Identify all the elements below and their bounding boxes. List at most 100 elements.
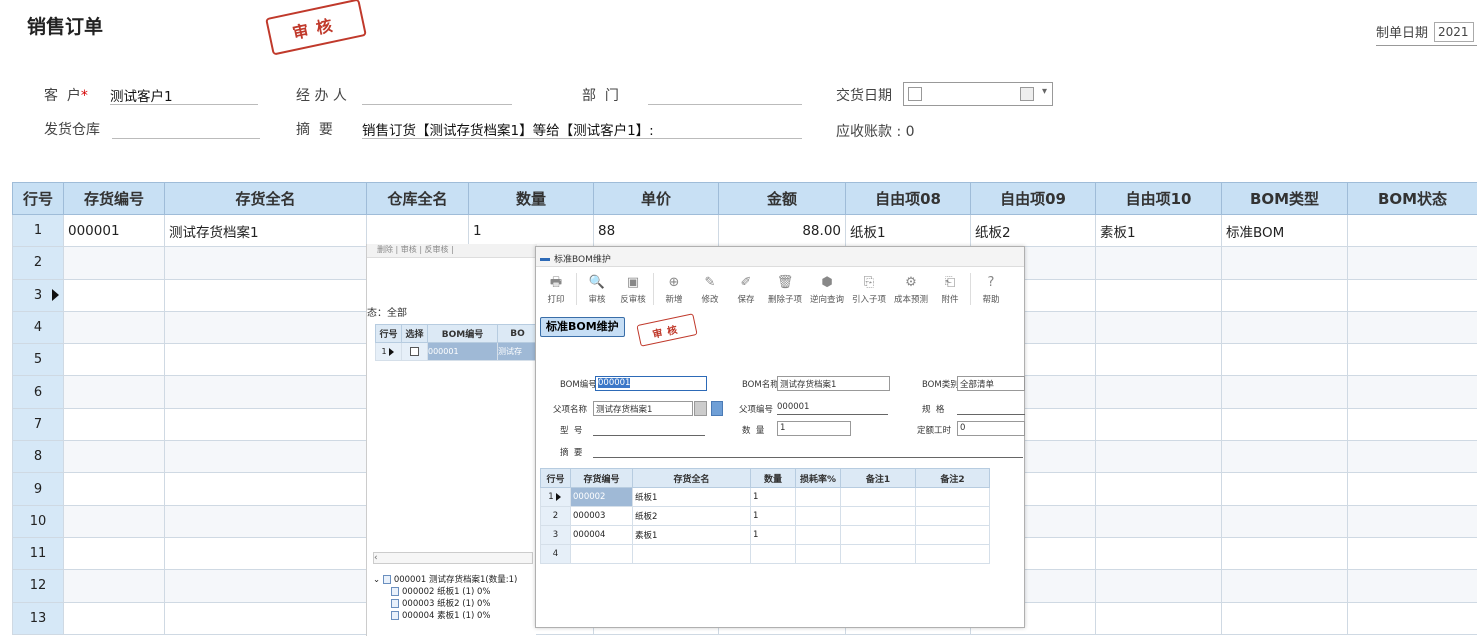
item-name-cell[interactable] <box>164 343 367 377</box>
customer-input[interactable]: 测试客户1 <box>110 85 258 105</box>
delivery-date-checkbox[interactable] <box>908 87 922 101</box>
note2-cell[interactable] <box>915 544 990 564</box>
component-name-cell[interactable]: 纸板2 <box>632 506 751 526</box>
toolbar-button-8[interactable]: ⎘ 引入子项 <box>848 273 890 305</box>
bom-name-cell[interactable]: 测试存 <box>497 342 538 361</box>
chevron-down-icon[interactable]: ▾ <box>1042 86 1047 97</box>
component-qty-cell[interactable] <box>750 544 796 564</box>
spec-input[interactable] <box>957 402 1025 415</box>
loss-rate-cell[interactable] <box>795 544 841 564</box>
bom-type-cell[interactable] <box>1221 278 1348 312</box>
bom-status-cell[interactable] <box>1347 213 1477 248</box>
column-header[interactable]: 仓库全名 <box>366 182 469 215</box>
item-name-cell[interactable] <box>164 440 367 474</box>
quantity-input[interactable]: 1 <box>777 421 851 436</box>
item-code-cell[interactable] <box>63 310 165 345</box>
row-number[interactable]: 6 <box>12 375 64 409</box>
bom-type-cell[interactable] <box>1221 246 1348 280</box>
bom-summary-input[interactable] <box>593 445 1023 458</box>
item-code-cell[interactable] <box>63 343 165 377</box>
item-code-cell[interactable] <box>63 246 165 280</box>
toolbar-button-7[interactable]: ⬢ 逆向查询 <box>806 273 848 305</box>
bom-type-cell[interactable] <box>1221 407 1348 442</box>
summary-input[interactable]: 销售订货【测试存货档案1】等给【测试客户1】: <box>362 119 802 139</box>
bom-type-cell[interactable] <box>1221 536 1348 571</box>
grid-icon[interactable] <box>711 401 723 416</box>
bom-status-cell[interactable] <box>1347 536 1477 571</box>
item-code-cell[interactable]: 000001 <box>63 213 165 248</box>
note1-cell[interactable] <box>840 487 916 507</box>
item-name-cell[interactable] <box>164 472 367 506</box>
create-date-input[interactable]: 2021 <box>1434 21 1475 42</box>
row-number[interactable]: 12 <box>12 569 64 603</box>
free10-cell[interactable] <box>1095 440 1222 474</box>
component-name-cell[interactable] <box>632 544 751 564</box>
item-code-cell[interactable] <box>63 601 165 635</box>
table-row[interactable]: 1 000001 测试存货档案1 1 88 88.00 纸板1 纸板2 素板1 标准BOM <box>12 213 1477 248</box>
loss-rate-cell[interactable] <box>795 506 841 526</box>
component-qty-cell[interactable]: 1 <box>750 487 796 507</box>
free10-cell[interactable] <box>1095 310 1222 345</box>
horizontal-scrollbar[interactable]: ‹ <box>373 552 533 564</box>
parent-code-input[interactable]: 000001 <box>777 402 888 415</box>
free10-cell[interactable] <box>1095 407 1222 442</box>
component-qty-cell[interactable]: 1 <box>750 506 796 526</box>
note1-cell[interactable] <box>840 506 916 526</box>
item-name-cell[interactable] <box>164 246 367 280</box>
row-number[interactable]: 8 <box>12 440 64 474</box>
bom-list-toolbar[interactable]: 删除 | 审核 | 反审核 | <box>367 244 537 258</box>
bom-type-cell[interactable] <box>1221 310 1348 345</box>
column-header[interactable]: 单价 <box>593 182 719 215</box>
model-input[interactable] <box>593 423 705 436</box>
toolbar-button-0[interactable]: 🖶 打印 <box>538 273 574 305</box>
row-number[interactable]: 7 <box>12 407 64 442</box>
warehouse-cell[interactable] <box>366 213 469 248</box>
worktime-input[interactable]: 0 <box>957 421 1025 436</box>
item-name-cell[interactable] <box>164 310 367 345</box>
toolbar-button-10[interactable]: ⎗ 附件 <box>932 273 968 305</box>
toolbar-button-11[interactable]: ? 帮助 <box>973 273 1009 305</box>
free09-cell[interactable]: 纸板2 <box>970 213 1096 248</box>
free10-cell[interactable] <box>1095 246 1222 280</box>
item-name-cell[interactable] <box>164 569 367 603</box>
item-name-cell[interactable] <box>164 375 367 409</box>
item-code-cell[interactable] <box>63 278 165 312</box>
bom-status-cell[interactable] <box>1347 278 1477 312</box>
chevron-down-icon[interactable]: ⌄ <box>373 575 383 585</box>
column-header[interactable]: 行号 <box>12 182 64 215</box>
parent-name-input[interactable]: 测试存货档案1 <box>593 401 693 416</box>
quantity-cell[interactable]: 1 <box>468 213 594 248</box>
bom-type-cell[interactable] <box>1221 440 1348 474</box>
bom-status-cell[interactable] <box>1347 504 1477 538</box>
column-header[interactable]: 金额 <box>718 182 846 215</box>
column-header[interactable]: BOM类型 <box>1221 182 1348 215</box>
column-header[interactable]: 自由项09 <box>970 182 1096 215</box>
handler-input[interactable] <box>362 85 512 105</box>
bom-status-cell[interactable] <box>1347 569 1477 603</box>
column-header[interactable]: 备注1 <box>840 468 916 488</box>
lookup-button[interactable] <box>694 401 707 416</box>
free10-cell[interactable] <box>1095 569 1222 603</box>
column-header[interactable]: 自由项10 <box>1095 182 1222 215</box>
column-header[interactable]: BOM状态 <box>1347 182 1477 215</box>
item-code-cell[interactable] <box>63 375 165 409</box>
item-name-cell[interactable] <box>164 407 367 442</box>
free08-cell[interactable]: 纸板1 <box>845 213 971 248</box>
tree-node[interactable]: 000004 素板1 (1) 0% <box>373 610 537 622</box>
row-number[interactable]: 4 <box>12 310 64 345</box>
bom-status-cell[interactable] <box>1347 343 1477 377</box>
component-code-cell[interactable]: 000004 <box>570 525 633 545</box>
row-number[interactable]: 3 <box>540 525 571 545</box>
table-row[interactable]: 1 000002 纸板1 1 <box>540 487 990 507</box>
column-header[interactable]: 选择 <box>401 324 428 343</box>
row-number[interactable]: 2 <box>12 246 64 280</box>
free10-cell[interactable] <box>1095 472 1222 506</box>
window-titlebar[interactable]: 标准BOM维护 <box>536 247 1024 267</box>
note2-cell[interactable] <box>915 506 990 526</box>
free10-cell[interactable] <box>1095 278 1222 312</box>
column-header[interactable]: 损耗率% <box>795 468 841 488</box>
column-header[interactable]: BOM编号 <box>427 324 498 343</box>
bom-status-cell[interactable] <box>1347 472 1477 506</box>
bom-status-cell[interactable] <box>1347 407 1477 442</box>
free10-cell[interactable] <box>1095 601 1222 635</box>
